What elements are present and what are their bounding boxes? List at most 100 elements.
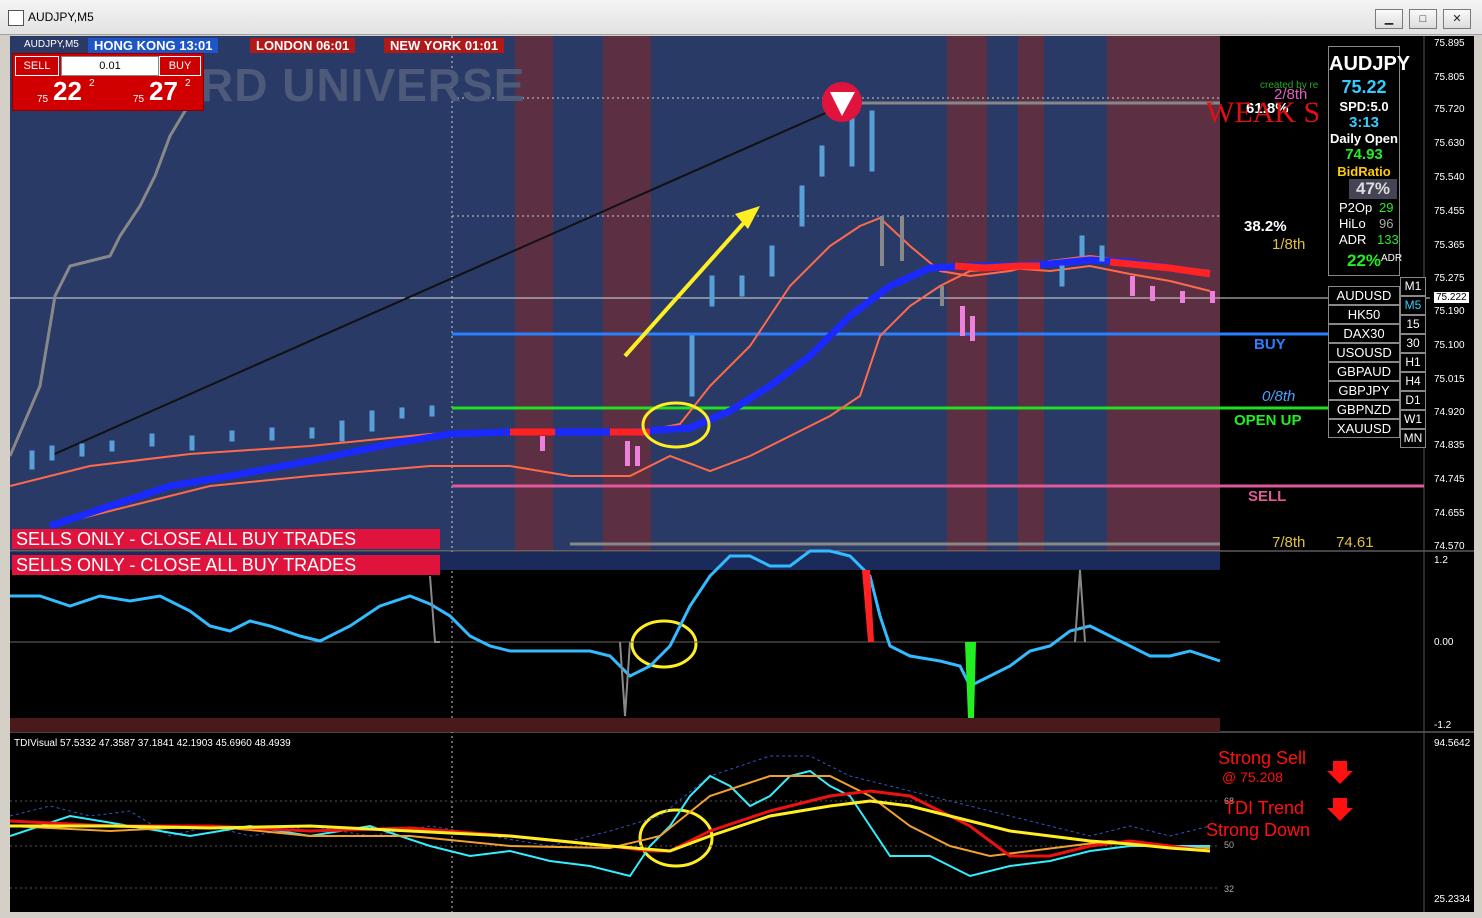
symbol-button-xauusd[interactable]: XAUUSD	[1328, 419, 1400, 438]
price-axis-label: 75.895	[1434, 38, 1465, 49]
symbol-button-gbpnzd[interactable]: GBPNZD	[1328, 400, 1400, 419]
level-7-8th: 7/8th	[1272, 534, 1306, 551]
timeframe-button-15[interactable]: 15	[1400, 315, 1426, 334]
price-axis-label: 74.745	[1434, 474, 1465, 485]
weak-label: WEAK S	[1206, 96, 1321, 129]
info-timer: 3:13	[1348, 114, 1380, 131]
sell-price[interactable]: 22	[53, 76, 82, 107]
timeframe-button-w1[interactable]: W1	[1400, 410, 1426, 429]
maximize-button[interactable]: □	[1409, 9, 1437, 29]
price-axis-label: 75.275	[1434, 273, 1465, 284]
info-adr-label: ADR	[1339, 232, 1367, 247]
info-hilo: 96	[1379, 216, 1394, 231]
osc-axis-label: 0.00	[1434, 637, 1454, 648]
osc-axis-label: -1.2	[1434, 720, 1452, 731]
symbol-button-gbpjpy[interactable]: GBPJPY	[1328, 381, 1400, 400]
signal-banner: SELLS ONLY - CLOSE ALL BUY TRADES	[12, 529, 440, 549]
info-daily-open-label: Daily Open	[1330, 131, 1398, 146]
info-spread: SPD:5.0	[1339, 99, 1389, 114]
timeframe-button-h1[interactable]: H1	[1400, 353, 1426, 372]
buy-level: BUY	[1254, 336, 1286, 353]
timeframe-button-mn[interactable]: MN	[1400, 429, 1426, 448]
session-new-york: NEW YORK 01:01	[384, 38, 505, 53]
buy-price-sup: 2	[185, 78, 191, 89]
symbol-button-usousd[interactable]: USOUSD	[1328, 343, 1400, 362]
buy-button[interactable]: BUY	[159, 56, 201, 76]
symbol-button-gbpaud[interactable]: GBPAUD	[1328, 362, 1400, 381]
info-box: AUDJPY 75.22 SPD:5.0 3:13 Daily Open 74.…	[1328, 46, 1411, 276]
price-axis-label: 75.540	[1434, 172, 1465, 183]
level-1-8th: 1/8th	[1272, 236, 1306, 253]
info-bid-ratio: 47%	[1349, 179, 1397, 199]
price-axis-label: 75.015	[1434, 374, 1465, 385]
window-titlebar: AUDJPY,M5 ▁ □ ✕	[0, 0, 1482, 35]
session-hong-kong: HONG KONG 13:01	[88, 38, 219, 53]
level-0-8th: 0/8th	[1262, 388, 1296, 405]
timeframe-button-d1[interactable]: D1	[1400, 391, 1426, 410]
info-adr-small: ADR	[1381, 253, 1403, 264]
symbol-button-dax30[interactable]: DAX30	[1328, 324, 1400, 343]
session-london: LONDON 06:01	[250, 38, 356, 53]
tdi-axis-label: 50	[1224, 840, 1235, 850]
price-axis-label: 75.365	[1434, 240, 1465, 251]
price-axis-label: 75.805	[1434, 72, 1465, 83]
window-title: AUDJPY,M5	[28, 10, 94, 24]
info-hilo-label: HiLo	[1339, 216, 1366, 231]
red-zone	[1107, 36, 1220, 551]
symbol-label: AUDJPY,M5	[24, 39, 79, 50]
red-zone	[515, 36, 553, 551]
price-axis-label: 75.720	[1434, 104, 1465, 115]
open-up-level: OPEN UP	[1234, 412, 1302, 429]
price-axis-label: 75.455	[1434, 206, 1465, 217]
minimize-button[interactable]: ▁	[1375, 9, 1403, 29]
info-p2op: 29	[1379, 200, 1394, 215]
timeframe-button-h4[interactable]: H4	[1400, 372, 1426, 391]
info-adr: 133	[1377, 232, 1399, 247]
tdi-axis-label: 32	[1224, 884, 1235, 894]
red-zone	[947, 36, 987, 551]
tdi-indicator-label: TDIVisual 57.5332 47.3587 37.1841 42.190…	[14, 738, 291, 749]
strong-sell-price: @ 75.208	[1222, 769, 1283, 785]
strong-down-text: Strong Down	[1206, 820, 1311, 840]
red-zone	[603, 36, 651, 551]
current-price-label: 75.222	[1434, 292, 1469, 303]
lot-size-input[interactable]: 0.01	[61, 56, 159, 76]
price-axis-label: 74.655	[1434, 508, 1465, 519]
info-price: 75.22	[1341, 77, 1387, 97]
sell-level: SELL	[1248, 488, 1287, 505]
price-axis-label: 74.920	[1434, 407, 1465, 418]
buy-price[interactable]: 27	[149, 76, 178, 107]
price-axis-label: 74.570	[1434, 541, 1465, 552]
tdi-axis-label: 25.2334	[1434, 894, 1471, 905]
symbol-button-hk50[interactable]: HK50	[1328, 305, 1400, 324]
osc-axis-label: 1.2	[1434, 555, 1448, 566]
sell-price-sup: 2	[89, 78, 95, 89]
watermark: RD UNIVERSE	[200, 59, 526, 111]
info-symbol: AUDJPY	[1329, 53, 1411, 75]
one-click-trade-panel: SELL 0.01 BUY 75 22 2 75 27 2	[12, 53, 204, 111]
sell-button[interactable]: SELL	[15, 56, 59, 76]
chart-area[interactable]: HONG KONG 13:01 LONDON 06:01 NEW YORK 01…	[10, 36, 1474, 912]
close-button[interactable]: ✕	[1443, 9, 1471, 29]
timeframe-button-m5[interactable]: M5	[1400, 296, 1426, 315]
info-daily-open: 74.93	[1345, 146, 1383, 163]
chart-window-icon	[8, 10, 24, 26]
price-axis-label: 75.630	[1434, 138, 1465, 149]
buy-price-prefix: 75	[133, 94, 145, 105]
price-axis-label: 74.835	[1434, 440, 1465, 451]
price-axis-label: 75.190	[1434, 306, 1465, 317]
info-bid-ratio-label: BidRatio	[1337, 164, 1391, 179]
tdi-axis-label: 94.5642	[1434, 738, 1471, 749]
level-38-2: 38.2%	[1244, 218, 1287, 235]
info-p2op-label: P2Op	[1339, 200, 1373, 215]
timeframe-button-m1[interactable]: M1	[1400, 277, 1426, 296]
symbol-button-audusd[interactable]: AUDUSD	[1328, 286, 1400, 305]
sell-price-prefix: 75	[37, 94, 49, 105]
tdi-trend-text: TDI Trend	[1224, 798, 1305, 818]
level-7-8th-value: 74.61	[1336, 534, 1374, 551]
timeframe-button-30[interactable]: 30	[1400, 334, 1426, 353]
strong-sell-text: Strong Sell	[1218, 748, 1307, 768]
info-adr-pct: 22%	[1347, 251, 1382, 270]
red-zone	[1018, 36, 1044, 551]
price-axis-label: 75.100	[1434, 340, 1465, 351]
